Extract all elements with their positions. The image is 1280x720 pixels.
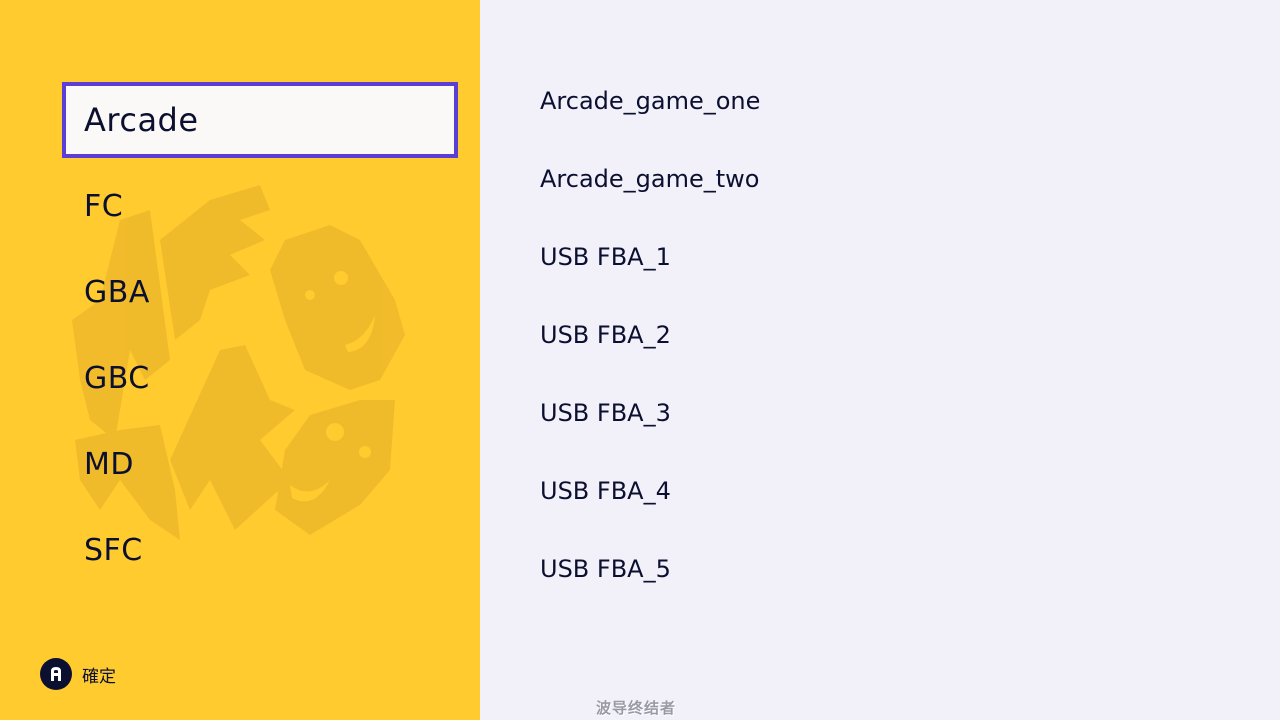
game-item[interactable]: USB FBA_5 bbox=[540, 530, 760, 608]
system-item-label: FC bbox=[84, 188, 124, 224]
game-item-label: Arcade_game_one bbox=[540, 87, 761, 115]
game-item[interactable]: Arcade_game_one bbox=[540, 62, 760, 140]
app-screen: Arcade FC GBA GBC MD SFC 確定 Arcade_game_… bbox=[0, 0, 1280, 720]
a-button-icon bbox=[40, 658, 72, 690]
game-item-label: USB FBA_3 bbox=[540, 399, 671, 427]
game-item[interactable]: USB FBA_4 bbox=[540, 452, 760, 530]
system-item-fc[interactable]: FC bbox=[62, 168, 458, 244]
game-item[interactable]: Arcade_game_two bbox=[540, 140, 760, 218]
game-item[interactable]: USB FBA_1 bbox=[540, 218, 760, 296]
system-item-label: MD bbox=[84, 446, 134, 482]
game-item-label: Arcade_game_two bbox=[540, 165, 760, 193]
system-item-label: GBC bbox=[84, 360, 150, 396]
system-sidebar: Arcade FC GBA GBC MD SFC 確定 bbox=[0, 0, 480, 720]
system-item-label: GBA bbox=[84, 274, 150, 310]
system-item-sfc[interactable]: SFC bbox=[62, 512, 458, 588]
system-item-arcade[interactable]: Arcade bbox=[62, 82, 458, 158]
game-list: Arcade_game_one Arcade_game_two USB FBA_… bbox=[540, 62, 760, 608]
game-list-panel: Arcade_game_one Arcade_game_two USB FBA_… bbox=[480, 0, 1280, 720]
game-item[interactable]: USB FBA_2 bbox=[540, 296, 760, 374]
system-item-gbc[interactable]: GBC bbox=[62, 340, 458, 416]
system-item-label: SFC bbox=[84, 532, 143, 568]
game-item[interactable]: USB FBA_3 bbox=[540, 374, 760, 452]
confirm-hint: 確定 bbox=[40, 658, 116, 690]
system-list: Arcade FC GBA GBC MD SFC bbox=[62, 82, 458, 598]
confirm-hint-label: 確定 bbox=[82, 666, 116, 687]
system-item-md[interactable]: MD bbox=[62, 426, 458, 502]
game-item-label: USB FBA_5 bbox=[540, 555, 671, 583]
system-item-label: Arcade bbox=[84, 101, 199, 139]
game-item-label: USB FBA_1 bbox=[540, 243, 671, 271]
game-item-label: USB FBA_4 bbox=[540, 477, 671, 505]
system-item-gba[interactable]: GBA bbox=[62, 254, 458, 330]
game-item-label: USB FBA_2 bbox=[540, 321, 671, 349]
watermark: 波导终结者 bbox=[596, 699, 677, 717]
